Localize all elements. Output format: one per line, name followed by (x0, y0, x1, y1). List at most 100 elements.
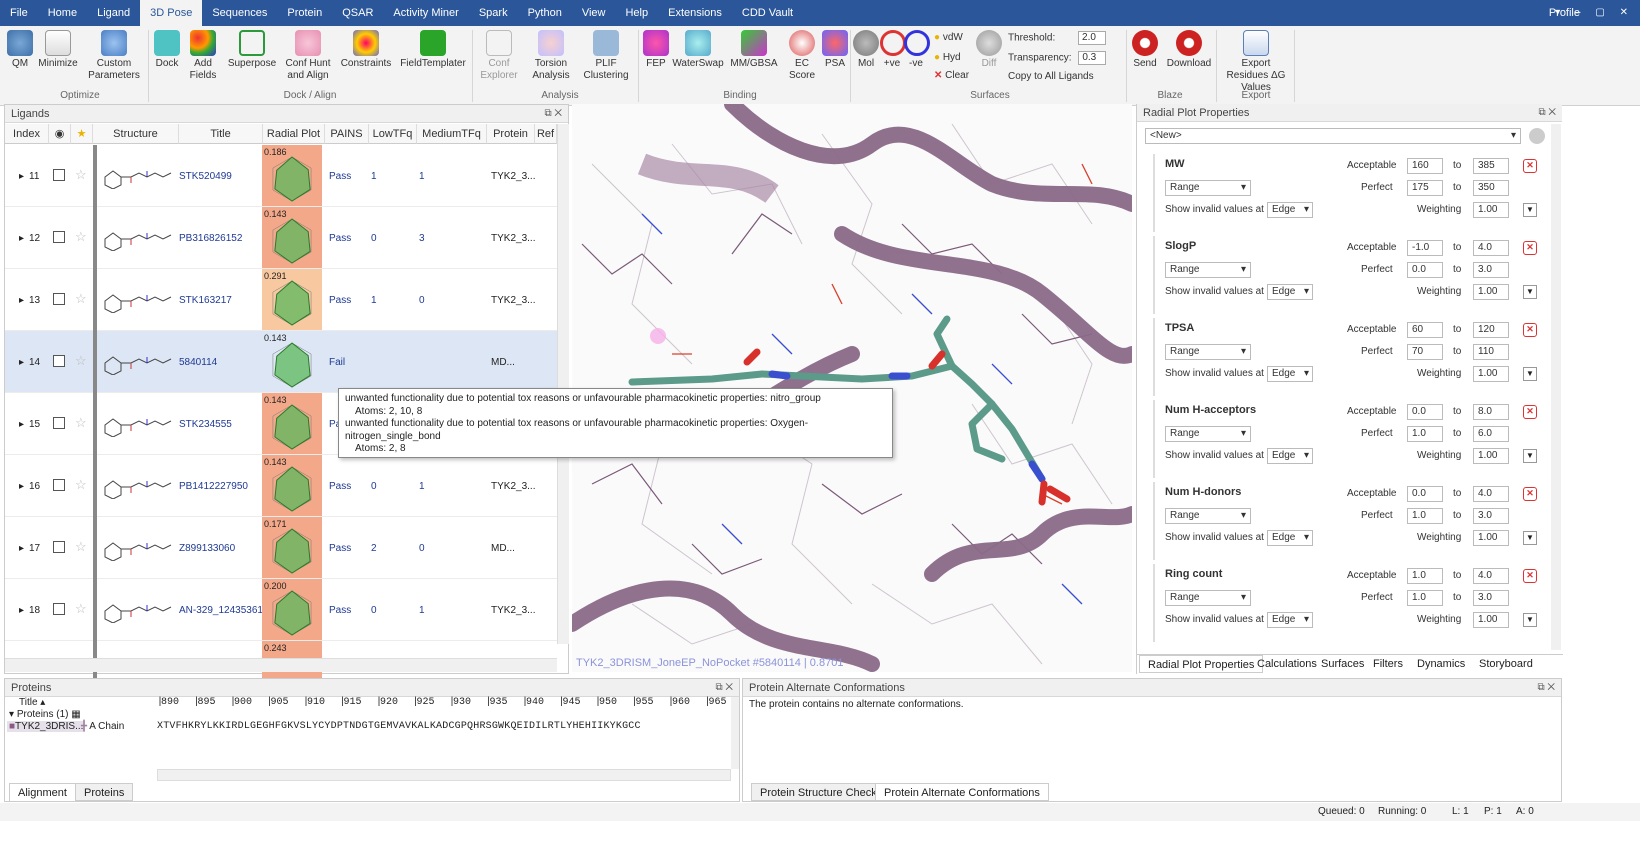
hyd-toggle[interactable]: ● Hyd (934, 52, 961, 63)
acceptable-min-input[interactable]: -1.0 (1407, 240, 1443, 256)
tab-alignment[interactable]: Alignment (9, 783, 76, 801)
perfect-min-input[interactable]: 1.0 (1407, 426, 1443, 442)
negative-surface-button[interactable]: -ve (904, 30, 930, 70)
ligand-checkbox[interactable] (53, 479, 65, 491)
expand-chevron-icon[interactable]: ▸ (19, 233, 24, 245)
favorite-star-icon[interactable]: ☆ (75, 478, 87, 491)
mode-select[interactable]: Range ▾ (1165, 590, 1251, 606)
col-pains[interactable]: PAINS (325, 124, 369, 144)
perfect-max-input[interactable]: 350 (1473, 180, 1509, 196)
perfect-max-input[interactable]: 110 (1473, 344, 1509, 360)
waterswap-button[interactable]: WaterSwap (672, 30, 724, 70)
expand-down-icon[interactable]: ▼ (1523, 203, 1537, 217)
tab-alternate-conformations[interactable]: Protein Alternate Conformations (875, 783, 1049, 801)
plif-clustering-button[interactable]: PLIF Clustering (580, 30, 632, 82)
favorite-star-icon[interactable]: ☆ (75, 354, 87, 367)
col-index[interactable]: Index (5, 124, 49, 144)
menu-python[interactable]: Python (518, 0, 572, 26)
perfect-max-input[interactable]: 3.0 (1473, 590, 1509, 606)
col-select[interactable]: ◉ (49, 124, 71, 144)
menu-3d-pose[interactable]: 3D Pose (140, 0, 203, 26)
ligand-title[interactable]: PB1412227950 (179, 481, 248, 493)
fep-button[interactable]: FEP (642, 30, 670, 70)
add-fields-button[interactable]: Add Fields (186, 30, 220, 82)
col-mediumtfq[interactable]: MediumTFq (417, 124, 487, 144)
menu-home[interactable]: Home (38, 0, 87, 26)
tab-structure-checker[interactable]: Protein Structure Checker (751, 783, 896, 801)
col-star[interactable]: ★ (71, 124, 93, 144)
expand-down-icon[interactable]: ▼ (1523, 285, 1537, 299)
menu-ligand[interactable]: Ligand (87, 0, 140, 26)
weighting-input[interactable]: 1.00 (1473, 202, 1509, 218)
fieldtemplater-button[interactable]: FieldTemplater (398, 30, 468, 70)
acceptable-max-input[interactable]: 4.0 (1473, 486, 1509, 502)
constraints-button[interactable]: Constraints (338, 30, 394, 70)
vdw-toggle[interactable]: ● vdW (934, 32, 963, 43)
remove-property-icon[interactable]: ✕ (1523, 241, 1537, 255)
acceptable-min-input[interactable]: 0.0 (1407, 486, 1443, 502)
ligand-row[interactable]: ▸ 17 ☆ Z899133060 0.171 Pass 2 0 MD... (5, 517, 557, 579)
proteins-pin-close[interactable]: ⧉ ✕ (715, 679, 733, 697)
perfect-max-input[interactable]: 6.0 (1473, 426, 1509, 442)
expand-chevron-icon[interactable]: ▸ (19, 543, 24, 555)
props-scrollbar[interactable] (1551, 124, 1561, 650)
acceptable-max-input[interactable]: 120 (1473, 322, 1509, 338)
mode-select[interactable]: Range ▾ (1165, 180, 1251, 196)
ligand-checkbox[interactable] (53, 293, 65, 305)
menu-spark[interactable]: Spark (469, 0, 518, 26)
mode-select[interactable]: Range ▾ (1165, 426, 1251, 442)
invalid-select[interactable]: Edge ▾ (1267, 284, 1313, 300)
sequence-vscrollbar[interactable] (731, 697, 739, 769)
preset-select[interactable]: <New> ▾ (1145, 128, 1521, 144)
diff-button[interactable]: Diff (976, 30, 1002, 70)
acceptable-min-input[interactable]: 160 (1407, 158, 1443, 174)
favorite-star-icon[interactable]: ☆ (75, 540, 87, 553)
acceptable-min-input[interactable]: 0.0 (1407, 404, 1443, 420)
clear-surface-button[interactable]: ✕ Clear (934, 70, 969, 81)
positive-surface-button[interactable]: +ve (880, 30, 906, 70)
ligand-checkbox[interactable] (53, 603, 65, 615)
ligand-checkbox[interactable] (53, 169, 65, 181)
preset-settings-icon[interactable] (1529, 128, 1545, 144)
expand-down-icon[interactable]: ▼ (1523, 367, 1537, 381)
expand-chevron-icon[interactable]: ▸ (19, 481, 24, 493)
perfect-max-input[interactable]: 3.0 (1473, 508, 1509, 524)
window-controls[interactable]: ▾ – ▢ ✕ (1555, 0, 1634, 26)
expand-down-icon[interactable]: ▼ (1523, 531, 1537, 545)
ligand-checkbox[interactable] (53, 355, 65, 367)
props-pin-close[interactable]: ⧉ ✕ (1538, 104, 1556, 122)
ligand-row[interactable]: ▸ 13 ☆ STK163217 0.291 Pass 1 0 TYK2_3... (5, 269, 557, 331)
invalid-select[interactable]: Edge ▾ (1267, 448, 1313, 464)
invalid-select[interactable]: Edge ▾ (1267, 530, 1313, 546)
weighting-input[interactable]: 1.00 (1473, 284, 1509, 300)
tree-proteins-group[interactable]: ▾ Proteins (1) ▦ (9, 709, 81, 720)
props-tab[interactable]: Storyboard (1471, 655, 1541, 673)
col-protein[interactable]: Protein (487, 124, 535, 144)
menu-file[interactable]: File (0, 0, 38, 26)
props-tab[interactable]: Radial Plot Properties (1139, 655, 1264, 673)
menu-protein[interactable]: Protein (277, 0, 332, 26)
expand-chevron-icon[interactable]: ▸ (19, 419, 24, 431)
mode-select[interactable]: Range ▾ (1165, 344, 1251, 360)
ligand-title[interactable]: STK520499 (179, 171, 232, 183)
col-radial-plot[interactable]: Radial Plot (263, 124, 325, 144)
superpose-button[interactable]: Superpose (226, 30, 278, 70)
mol-surface-button[interactable]: Mol (852, 30, 880, 70)
menu-help[interactable]: Help (615, 0, 658, 26)
col-lowtfq[interactable]: LowTFq (369, 124, 417, 144)
ligand-row[interactable]: ▸ 18 ☆ AN-329_12435361 0.200 Pass 0 1 TYK2_3... (5, 579, 557, 641)
panel-pin-close[interactable]: ⧉ ✕ (544, 105, 562, 123)
weighting-input[interactable]: 1.00 (1473, 612, 1509, 628)
acceptable-min-input[interactable]: 60 (1407, 322, 1443, 338)
acceptable-max-input[interactable]: 8.0 (1473, 404, 1509, 420)
altconf-pin-close[interactable]: ⧉ ✕ (1537, 679, 1555, 697)
menu-view[interactable]: View (572, 0, 616, 26)
menu-activity-miner[interactable]: Activity Miner (383, 0, 468, 26)
perfect-min-input[interactable]: 70 (1407, 344, 1443, 360)
invalid-select[interactable]: Edge ▾ (1267, 366, 1313, 382)
ligand-title[interactable]: STK234555 (179, 419, 232, 431)
perfect-min-input[interactable]: 1.0 (1407, 590, 1443, 606)
remove-property-icon[interactable]: ✕ (1523, 323, 1537, 337)
chain-label[interactable]: ╋ A Chain (81, 721, 124, 732)
ligands-hscrollbar[interactable] (5, 658, 557, 672)
